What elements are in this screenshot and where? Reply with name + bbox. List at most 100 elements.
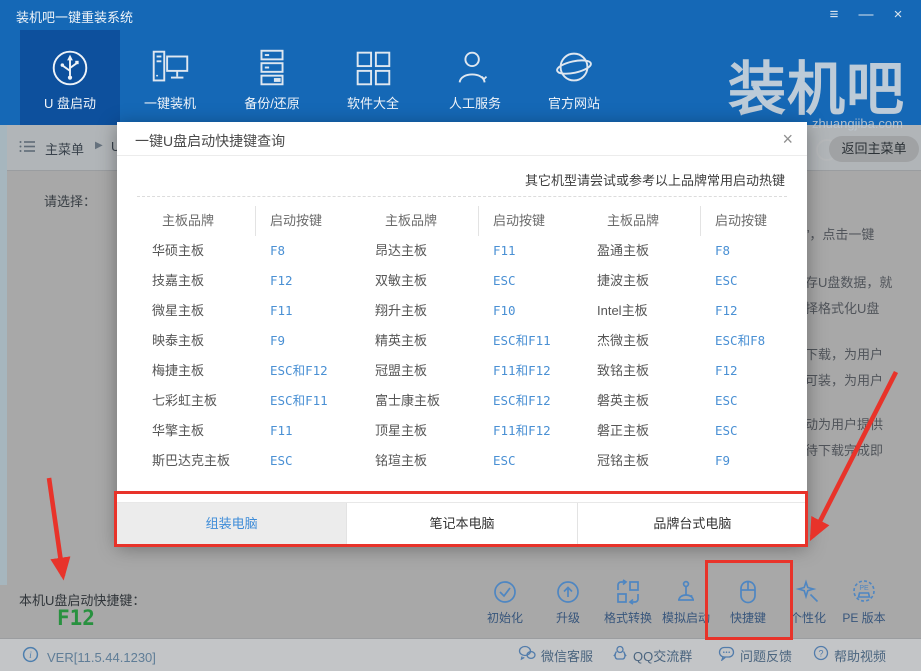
please-select-label: 请选择： [44,191,96,210]
table-cell-key: F9 [255,326,374,356]
nav-label: 一键装机 [120,93,220,112]
link-qq-group[interactable]: QQ交流群 [612,645,692,666]
svg-text:PE: PE [859,585,869,592]
version-text: VER[11.5.44.1230] [47,650,156,665]
hotkey-table-group-3: 主板品牌 启动按键 盈通主板F8 捷波主板ESC Intel主板F12 杰微主板… [597,206,819,476]
table-cell-key: ESC [700,386,819,416]
col-header-key: 启动按键 [255,206,374,236]
table-cell-key: ESC [700,266,819,296]
table-cell-key: ESC和F8 [700,326,819,356]
nav-label: 备份/还原 [222,93,322,112]
table-cell-key: F12 [700,296,819,326]
table-cell-brand: 双敏主板 [375,266,478,296]
pe-badge-icon: PE [822,578,906,606]
link-feedback[interactable]: 问题反馈 [718,645,792,666]
table-cell-key: F11 [478,236,597,266]
footer-link-label: QQ交流群 [633,646,692,665]
tab-brand-desktop[interactable]: 品牌台式电脑 [577,503,807,545]
link-wechat-support[interactable]: 微信客服 [518,645,593,666]
info-icon: i [22,646,39,668]
table-cell-brand: 捷波主板 [597,266,700,296]
footer-link-label: 帮助视频 [834,646,886,665]
table-cell-brand: 顶星主板 [375,416,478,446]
table-cell-brand: 映泰主板 [152,326,255,356]
nav-item-software[interactable]: 软件大全 [323,30,423,125]
table-cell-brand: 七彩虹主板 [152,386,255,416]
table-cell-key: F9 [700,446,819,476]
dialog-tab-bar: 组装电脑 笔记本电脑 品牌台式电脑 [117,502,807,545]
table-cell-brand: 富士康主板 [375,386,478,416]
table-cell-key: ESC和F12 [478,386,597,416]
col-header-brand: 主板品牌 [375,206,478,236]
window-controls: ≡ — × [825,4,907,26]
col-header-key: 启动按键 [478,206,597,236]
return-main-menu-button[interactable]: 返回主菜单 [829,136,919,162]
table-cell-key: ESC和F11 [478,326,597,356]
table-cell-key: ESC [478,446,597,476]
table-cell-brand: 翔升主板 [375,296,478,326]
table-cell-brand: 昂达主板 [375,236,478,266]
titlebar: 装机吧一键重装系统 ≡ — × [0,0,921,30]
footer-link-label: 问题反馈 [740,646,792,665]
table-cell-brand: 精英主板 [375,326,478,356]
table-cell-brand: 致铭主板 [597,356,700,386]
table-cell-brand: 华硕主板 [152,236,255,266]
nav-item-usb-boot[interactable]: U 盘启动 [20,30,120,125]
table-cell-key: F11和F12 [478,356,597,386]
dialog-note: 其它机型请尝试或参考以上品牌常用启动热键 [525,170,785,189]
table-cell-brand: 冠铭主板 [597,446,700,476]
hotkey-table-group-1: 主板品牌 启动按键 华硕主板F8 技嘉主板F12 微星主板F11 映泰主板F9 … [152,206,374,476]
close-icon[interactable]: × [889,4,907,26]
table-cell-key: F8 [700,236,819,266]
nav-item-human-service[interactable]: 人工服务 [425,30,525,125]
svg-text:?: ? [818,648,823,658]
table-cell-key: F12 [255,266,374,296]
table-cell-key: F11和F12 [478,416,597,446]
brand-logo: 装机吧 zhuangjiba.com [660,58,905,131]
col-header-brand: 主板品牌 [597,206,700,236]
person-icon [425,43,525,93]
computer-icon [120,43,220,93]
nav-item-one-key-install[interactable]: 一键装机 [120,30,220,125]
globe-icon [524,43,624,93]
nav-item-official-site[interactable]: 官方网站 [524,30,624,125]
local-hotkey-value: F12 [57,606,95,630]
server-icon [222,43,322,93]
logo-text: 装机吧 [660,58,905,122]
question-circle-icon: ? [813,645,829,666]
table-cell-key: ESC和F12 [255,356,374,386]
table-cell-key: F8 [255,236,374,266]
link-help-video[interactable]: ? 帮助视频 [813,645,886,666]
tab-assembled-pc[interactable]: 组装电脑 [117,503,346,545]
table-cell-key: ESC [700,416,819,446]
svg-text:i: i [29,650,32,661]
table-cell-brand: Intel主板 [597,296,700,326]
table-cell-key: ESC [255,446,374,476]
minimize-icon[interactable]: — [857,4,875,26]
divider [117,155,807,156]
statusbar: i VER[11.5.44.1230] 微信客服 QQ交流群 [0,638,921,671]
left-edge-strip [0,125,7,585]
table-cell-brand: 铭瑄主板 [375,446,478,476]
dialog-close-icon[interactable]: × [782,128,793,150]
table-cell-brand: 杰微主板 [597,326,700,356]
table-cell-brand: 华擎主板 [152,416,255,446]
footer-link-label: 微信客服 [541,646,593,665]
nav-item-backup-restore[interactable]: 备份/还原 [222,30,322,125]
table-cell-brand: 梅捷主板 [152,356,255,386]
tab-laptop[interactable]: 笔记本电脑 [346,503,576,545]
chat-dots-icon [718,645,735,666]
breadcrumb-main-menu[interactable]: 主菜单 [45,139,84,158]
table-cell-key: ESC [478,266,597,296]
table-cell-brand: 技嘉主板 [152,266,255,296]
table-cell-key: F12 [700,356,819,386]
menu-icon[interactable]: ≡ [825,4,843,26]
nav-label: 官方网站 [524,93,624,112]
toolbar-pe-version[interactable]: PE PE 版本 [822,578,906,626]
table-cell-key: F11 [255,296,374,326]
col-header-key: 启动按键 [700,206,819,236]
table-cell-brand: 冠盟主板 [375,356,478,386]
nav-label: 人工服务 [425,93,525,112]
hotkey-query-dialog: 一键U盘启动快捷键查询 × 其它机型请尝试或参考以上品牌常用启动热键 主板品牌 … [117,122,807,545]
table-cell-brand: 盈通主板 [597,236,700,266]
